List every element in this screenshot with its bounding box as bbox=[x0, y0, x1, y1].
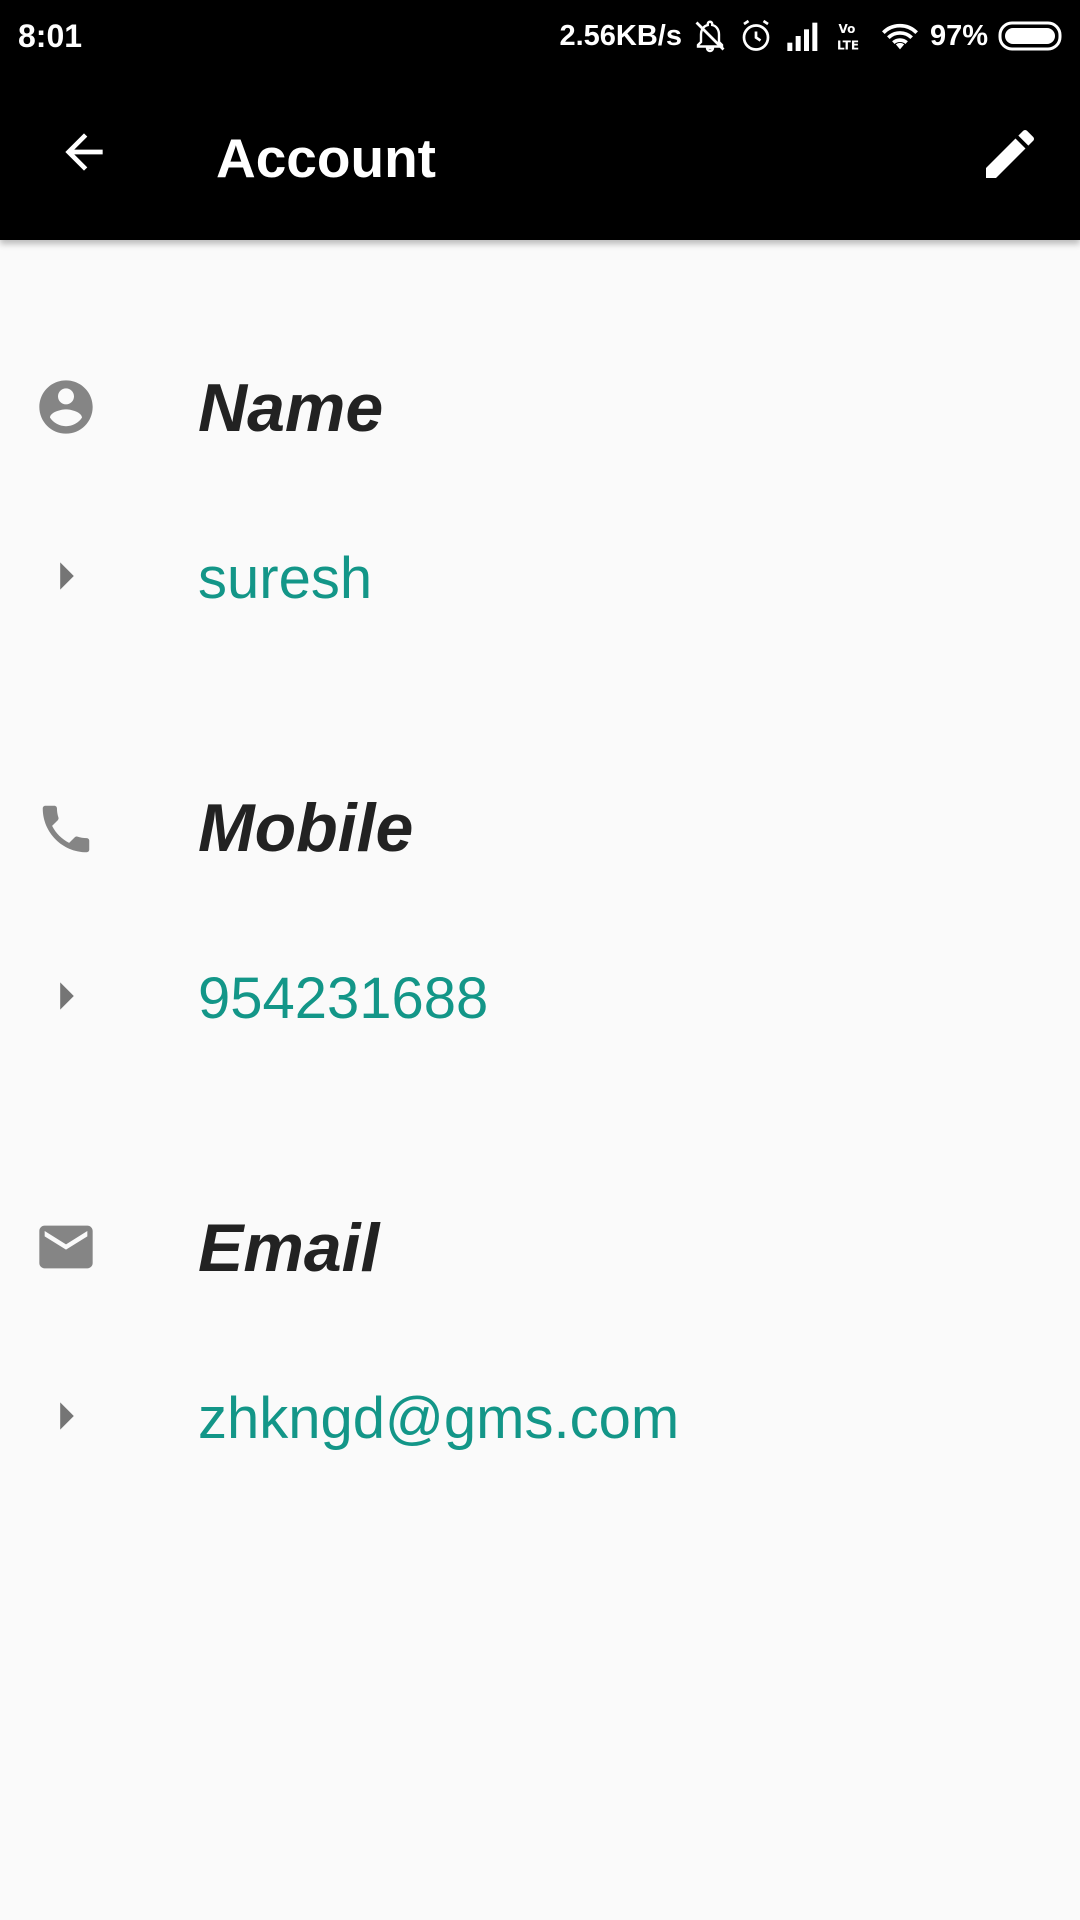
app-bar: Account bbox=[0, 72, 1080, 240]
pencil-icon bbox=[978, 122, 1042, 191]
muted-bell-icon bbox=[692, 18, 728, 54]
alarm-icon bbox=[738, 18, 774, 54]
caret-right-icon bbox=[52, 556, 82, 596]
caret-right-icon bbox=[52, 1396, 82, 1436]
status-bar: 8:01 2.56KB/s Vo LTE 97% bbox=[0, 0, 1080, 72]
signal-icon bbox=[784, 19, 824, 53]
status-time: 8:01 bbox=[18, 18, 83, 54]
back-button[interactable] bbox=[44, 114, 124, 194]
arrow-back-icon bbox=[56, 124, 112, 185]
svg-text:Vo: Vo bbox=[838, 22, 855, 36]
mail-icon bbox=[33, 1214, 99, 1280]
email-label: Email bbox=[198, 1210, 380, 1286]
volte-icon: Vo LTE bbox=[834, 18, 870, 54]
mobile-value[interactable]: 954231688 bbox=[198, 964, 488, 1034]
battery-icon bbox=[998, 20, 1064, 52]
caret-right-icon bbox=[52, 976, 82, 1016]
name-label: Name bbox=[198, 370, 384, 446]
battery-percent: 97% bbox=[929, 20, 988, 52]
name-value[interactable]: suresh bbox=[198, 544, 372, 614]
network-speed: 2.56KB/s bbox=[559, 20, 682, 52]
edit-button[interactable] bbox=[968, 114, 1052, 198]
account-circle-icon bbox=[33, 374, 99, 440]
svg-text:LTE: LTE bbox=[837, 39, 859, 53]
status-icons: 2.56KB/s Vo LTE 97% bbox=[559, 14, 1064, 58]
phone-icon bbox=[33, 796, 99, 862]
mobile-label: Mobile bbox=[198, 790, 414, 866]
page-title: Account bbox=[216, 127, 436, 189]
wifi-icon bbox=[880, 19, 920, 53]
email-value[interactable]: zhkngd@gms.com bbox=[198, 1384, 679, 1454]
